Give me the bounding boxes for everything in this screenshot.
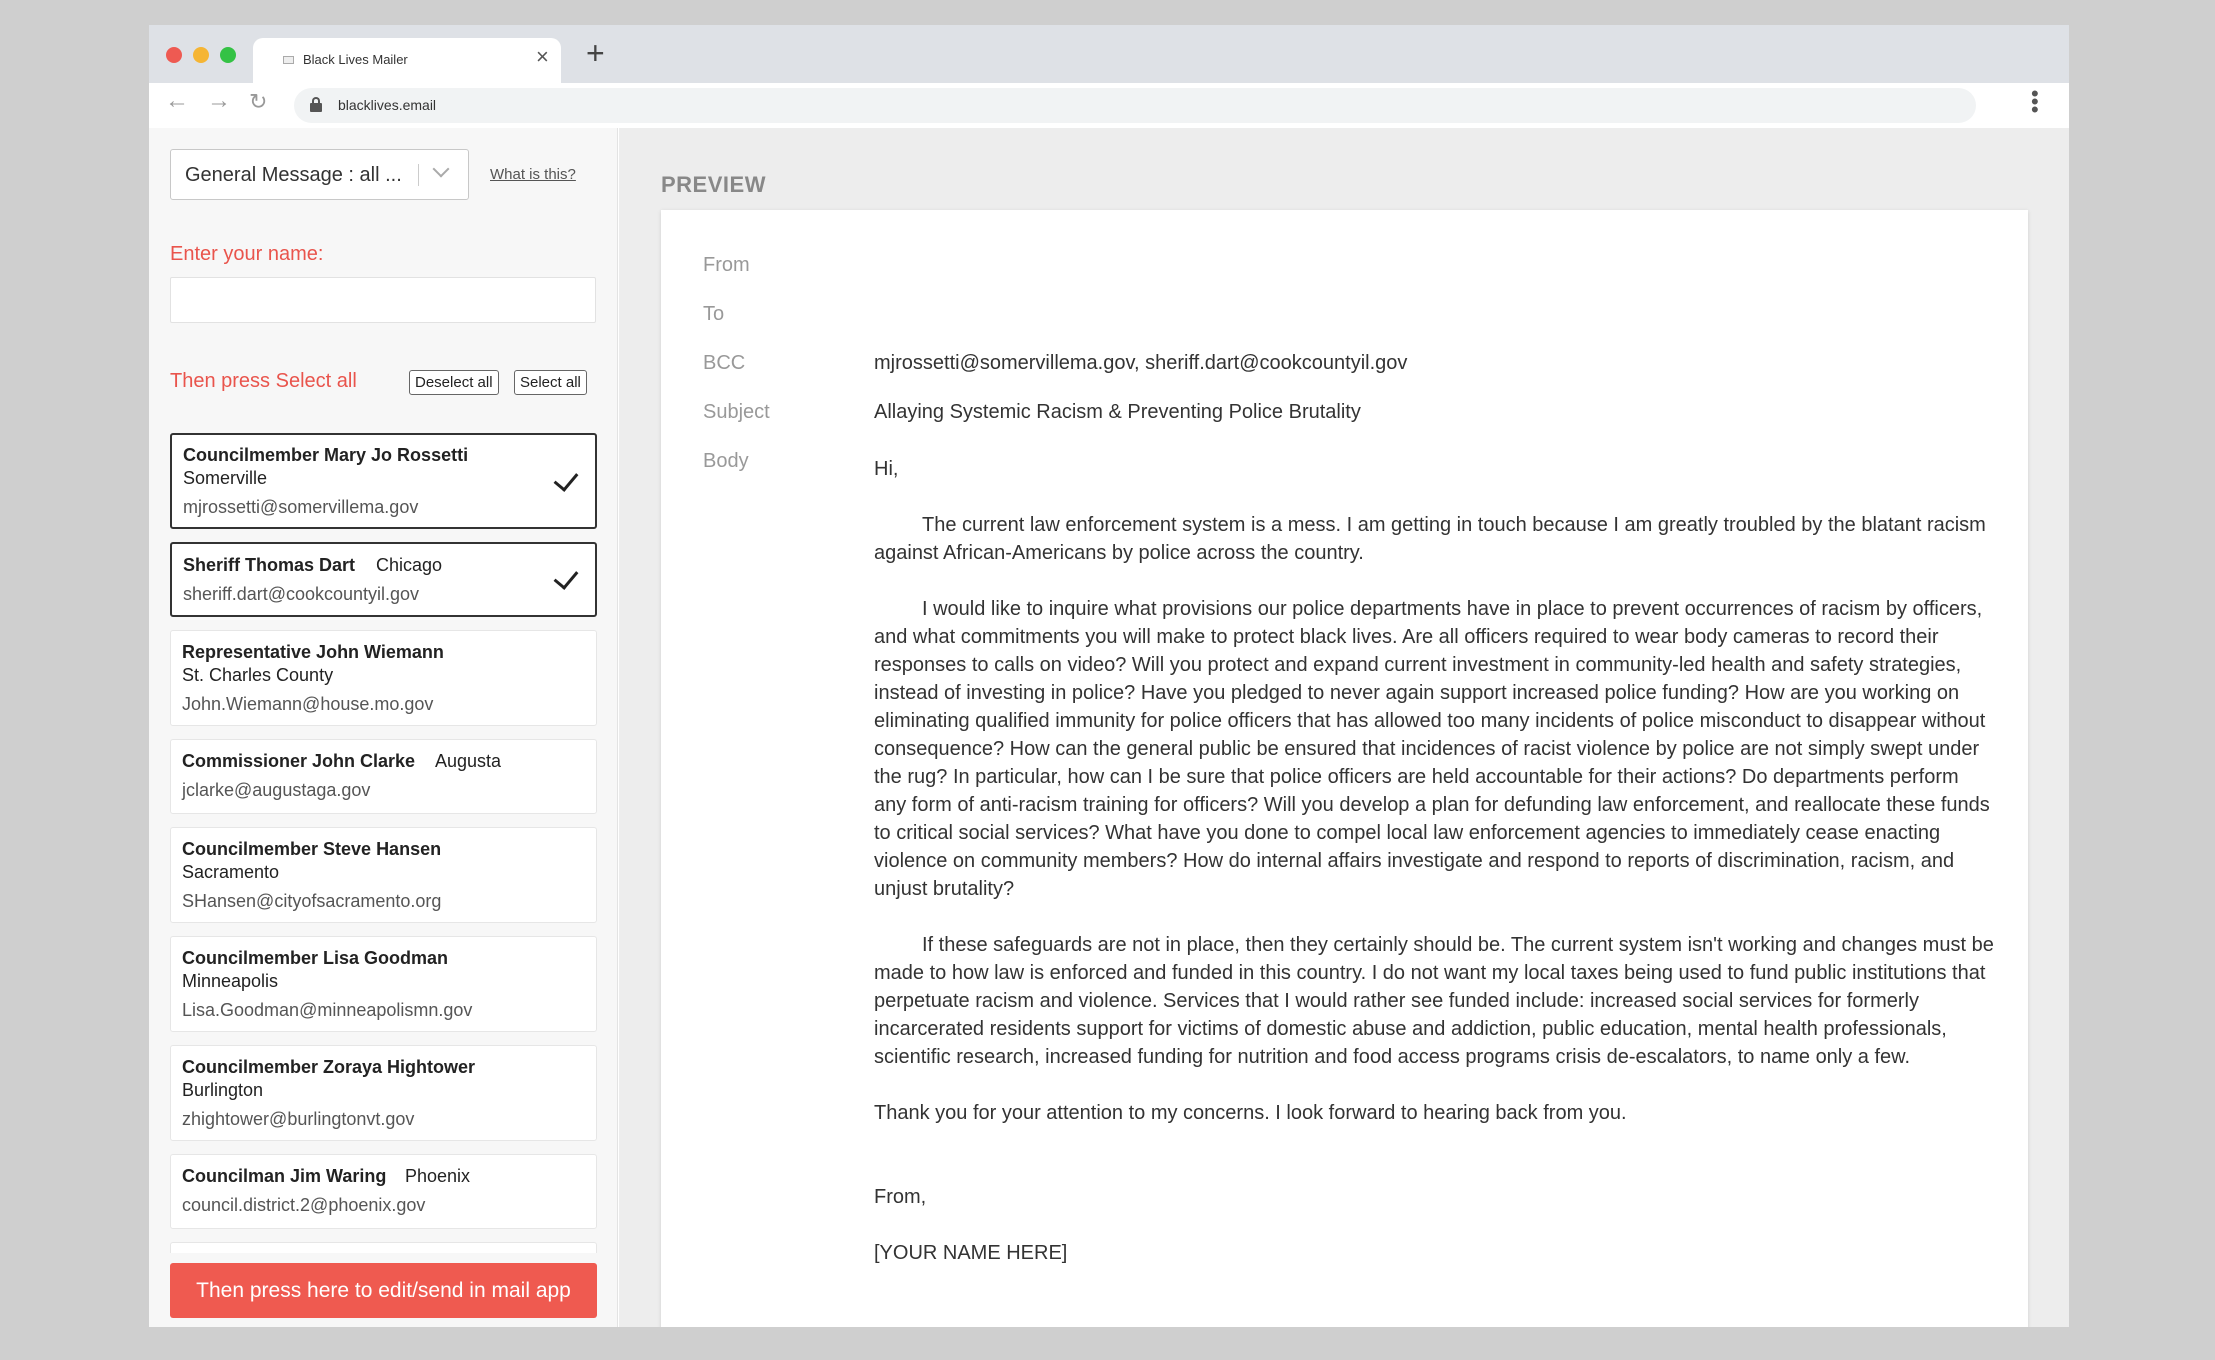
contact-city: Chicago: [376, 555, 443, 575]
url-text[interactable]: blacklives.email: [338, 97, 436, 113]
browser-window: Black Lives Mailer × + ← → ↻ blacklives.…: [149, 25, 2069, 1327]
body-paragraph-3: If these safeguards are not in place, th…: [874, 934, 1994, 1068]
contact-role: Councilmember Mary Jo Rossetti: [183, 445, 469, 465]
contact-city: Augusta: [435, 751, 502, 771]
deselect-all-button[interactable]: Deselect all: [409, 370, 499, 395]
lock-icon: [310, 97, 322, 113]
contact-card[interactable]: Sheriff Thomas Dart Chicago sheriff.dart…: [170, 542, 597, 617]
contact-card[interactable]: Councilmember Zoraya Hightower Burlingto…: [170, 1045, 597, 1141]
contact-role: Councilmember Lisa Goodman: [182, 948, 449, 968]
contact-card[interactable]: Representative John Wiemann St. Charles …: [170, 630, 597, 726]
select-all-label: Then press Select all: [170, 370, 357, 392]
body-paragraph-1: The current law enforcement system is a …: [874, 514, 1986, 564]
contact-email: zhightower@burlingtonvt.gov: [182, 1109, 415, 1129]
window-controls: [166, 47, 236, 63]
tab-black-lives-mailer[interactable]: Black Lives Mailer ×: [253, 38, 561, 83]
email-preview-card: From To BCC mjrossetti@somervillema.gov,…: [661, 210, 2028, 1327]
body-label: Body: [703, 450, 749, 472]
body-signature: [YOUR NAME HERE]: [874, 1242, 1068, 1264]
contact-card[interactable]: Commissioner John Clarke Augusta jclarke…: [170, 739, 597, 814]
contact-city: Phoenix: [405, 1166, 471, 1186]
back-arrow-icon[interactable]: ←: [165, 89, 189, 113]
contact-city: Burlington: [182, 1080, 264, 1100]
tab-title: Black Lives Mailer: [303, 52, 408, 67]
contact-role: Commissioner John Clarke: [182, 751, 416, 771]
contact-card[interactable]: Councilman Jim Waring Phoenix council.di…: [170, 1154, 597, 1229]
contact-email: Lisa.Goodman@minneapolismn.gov: [182, 1000, 473, 1020]
subject-label: Subject: [703, 401, 770, 423]
template-select[interactable]: General Message : all ...: [170, 149, 469, 200]
contact-role: Councilman Jim Waring: [182, 1166, 387, 1186]
close-window-button[interactable]: [166, 47, 182, 63]
preview-title: PREVIEW: [661, 172, 766, 197]
body-paragraph-2: I would like to inquire what provisions …: [874, 598, 1990, 900]
contact-card[interactable]: Councilmember Lisa Goodman Minneapolis L…: [170, 936, 597, 1032]
contact-email: SHansen@cityofsacramento.org: [182, 891, 442, 911]
bcc-value: mjrossetti@somervillema.gov, sheriff.dar…: [874, 352, 1408, 374]
address-bar[interactable]: blacklives.email: [294, 88, 1976, 123]
body-closing: Thank you for your attention to my conce…: [874, 1102, 1627, 1124]
contact-email: sheriff.dart@cookcountyil.gov: [183, 584, 420, 604]
name-input[interactable]: [170, 277, 596, 323]
contact-email: council.district.2@phoenix.gov: [182, 1195, 426, 1215]
contact-role: Representative John Wiemann: [182, 642, 444, 662]
preview-pane: PREVIEW From To BCC mjrossetti@somervill…: [619, 128, 2069, 1327]
sidebar-footer: Then press here to edit/send in mail app: [149, 1253, 617, 1327]
contact-email: mjrossetti@somervillema.gov: [183, 497, 419, 517]
contact-role: Sheriff Thomas Dart: [183, 555, 356, 575]
contact-card[interactable]: Councilmember Steve Hansen Sacramento SH…: [170, 827, 597, 923]
close-icon[interactable]: ×: [536, 46, 549, 68]
send-in-mail-app-button[interactable]: Then press here to edit/send in mail app: [170, 1263, 597, 1318]
email-body: Hi, The current law enforcement system i…: [874, 455, 1994, 1267]
tab-strip: Black Lives Mailer × +: [149, 25, 2069, 83]
to-label: To: [703, 303, 725, 325]
contact-city: St. Charles County: [182, 665, 334, 685]
contact-role: Councilmember Steve Hansen: [182, 839, 442, 859]
contact-card[interactable]: Councilmember Mary Jo Rossetti Somervill…: [170, 433, 597, 529]
reload-icon[interactable]: ↻: [249, 91, 267, 113]
what-is-this-link[interactable]: What is this?: [490, 166, 576, 183]
sidebar: General Message : all ... What is this? …: [149, 128, 618, 1327]
contact-city: Minneapolis: [182, 971, 279, 991]
name-label: Enter your name:: [170, 243, 324, 265]
forward-arrow-icon[interactable]: →: [207, 89, 231, 113]
favicon-icon: [283, 56, 294, 64]
bcc-label: BCC: [703, 352, 746, 374]
contact-city: Somerville: [183, 468, 268, 488]
browser-toolbar: ← → ↻ blacklives.email • • •: [149, 83, 2069, 128]
checkmark-icon: [553, 466, 579, 492]
contact-email: jclarke@augustaga.gov: [182, 780, 371, 800]
new-tab-button[interactable]: +: [586, 37, 605, 69]
checkmark-icon: [553, 564, 579, 590]
body-greeting: Hi,: [874, 458, 899, 480]
contact-email: John.Wiemann@house.mo.gov: [182, 694, 434, 714]
template-select-value: General Message : all ...: [185, 164, 402, 186]
body-signoff: From,: [874, 1186, 927, 1208]
contact-city: Sacramento: [182, 862, 280, 882]
maximize-window-button[interactable]: [220, 47, 236, 63]
select-all-button[interactable]: Select all: [514, 370, 587, 395]
menu-dots-icon[interactable]: • • •: [2031, 83, 2039, 121]
minimize-window-button[interactable]: [193, 47, 209, 63]
chevron-down-icon[interactable]: [432, 160, 450, 178]
select-divider: [418, 164, 419, 186]
subject-value: Allaying Systemic Racism & Preventing Po…: [874, 401, 1361, 423]
from-label: From: [703, 254, 750, 276]
contact-role: Councilmember Zoraya Hightower: [182, 1057, 476, 1077]
